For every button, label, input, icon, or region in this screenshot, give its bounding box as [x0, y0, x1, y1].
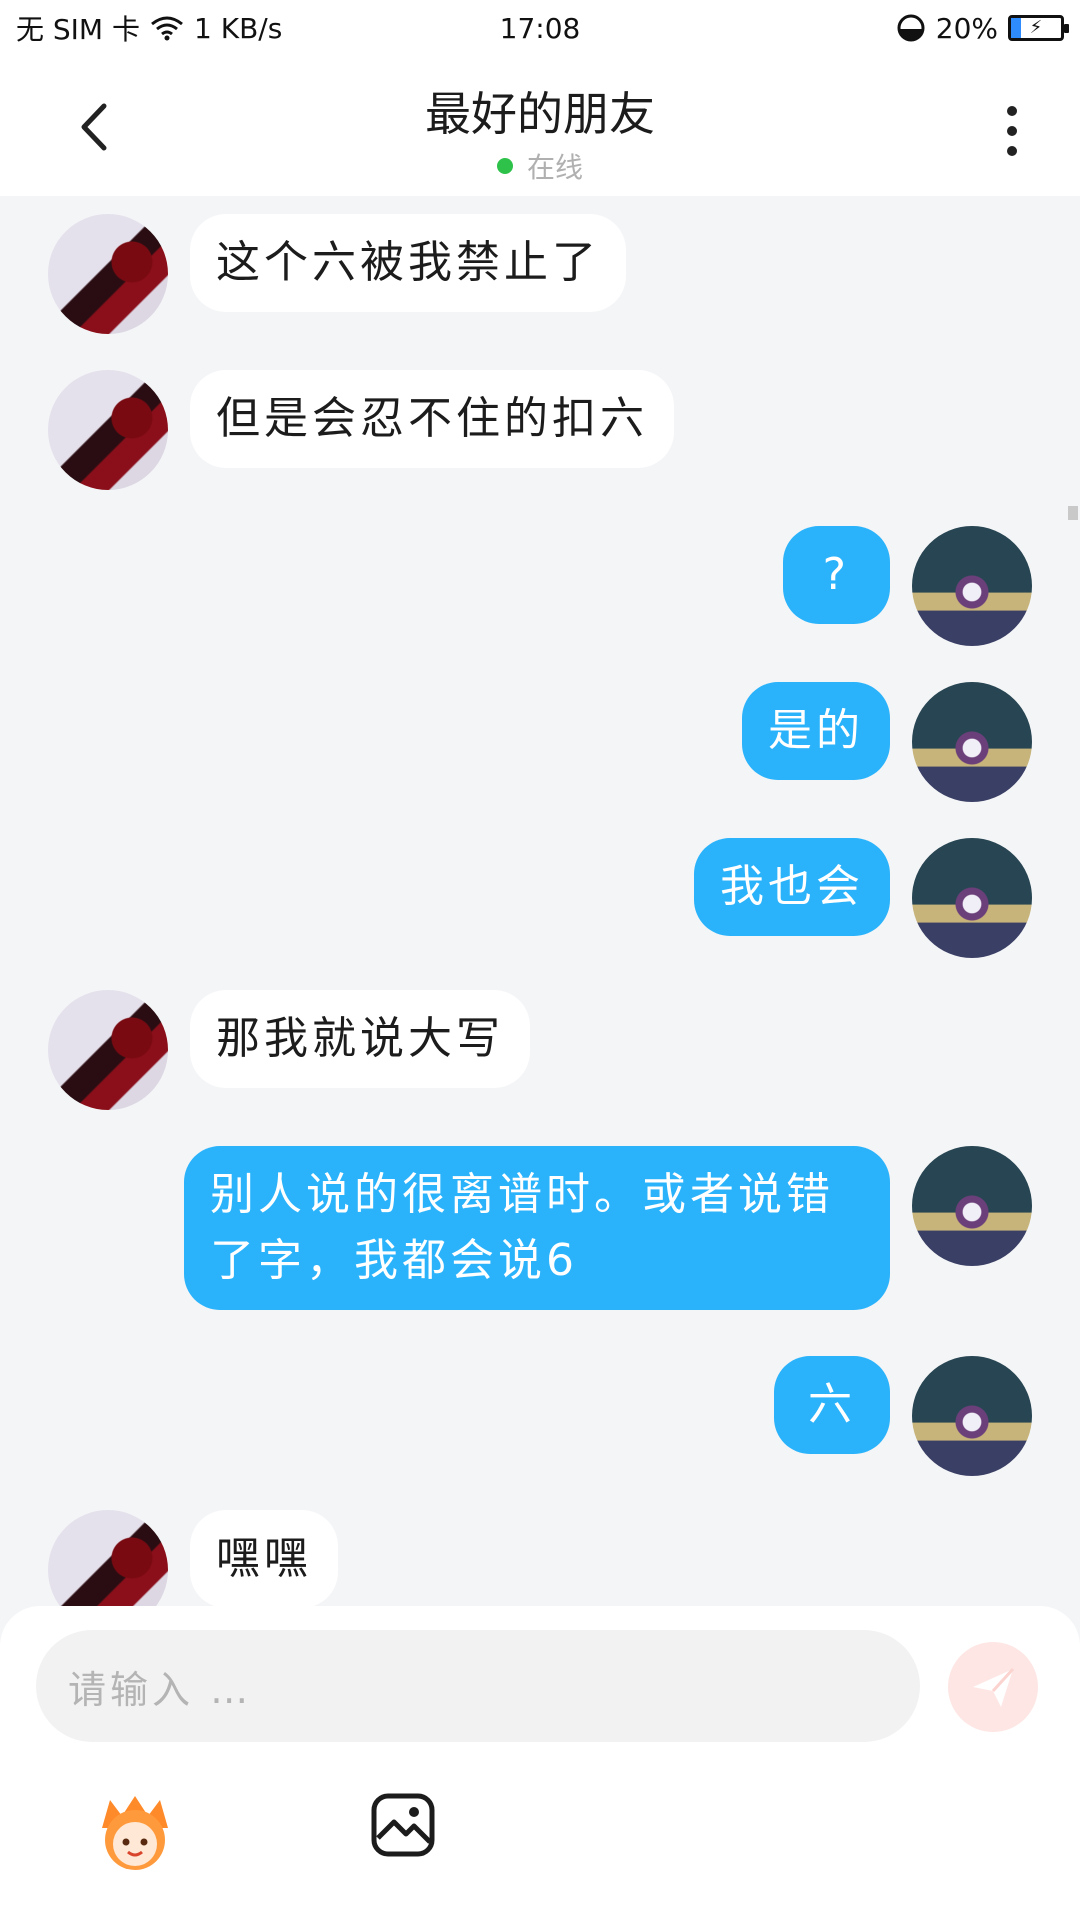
status-left: 无 SIM 卡 1 KB/s	[16, 8, 282, 48]
data-saver-icon	[897, 14, 925, 42]
more-button[interactable]	[982, 96, 1042, 166]
online-status: 在线	[0, 146, 1080, 186]
message-row: 六	[774, 1356, 1032, 1476]
message-row: 是的	[742, 682, 1032, 802]
friend-avatar[interactable]	[48, 214, 168, 334]
more-vertical-icon	[1007, 106, 1017, 116]
status-bar: 无 SIM 卡 1 KB/s 17:08 20% ⚡	[0, 0, 1080, 56]
clock: 17:08	[499, 11, 581, 45]
message-list[interactable]: 这个六被我禁止了 但是会忍不住的扣六 ? 是的 我也会 那我就说大写 别人说的很…	[0, 196, 1080, 1606]
online-dot	[496, 158, 513, 174]
message-bubble[interactable]: 别人说的很离谱时。或者说错了字，我都会说6	[184, 1146, 890, 1310]
image-icon	[371, 1793, 435, 1857]
chat-header: 最好的朋友 在线	[0, 56, 1080, 196]
message-bubble[interactable]: 嘿嘿	[190, 1510, 338, 1606]
my-avatar[interactable]	[912, 1356, 1032, 1476]
scroll-indicator[interactable]	[1068, 506, 1078, 520]
image-button[interactable]	[370, 1792, 436, 1858]
emoji-button[interactable]	[92, 1790, 178, 1876]
message-bubble[interactable]: 是的	[742, 682, 890, 780]
emoji-icon	[102, 1796, 168, 1870]
message-row: 嘿嘿	[48, 1510, 338, 1606]
friend-avatar[interactable]	[48, 990, 168, 1110]
chat-title: 最好的朋友	[425, 87, 655, 141]
sim-status: 无 SIM 卡	[16, 13, 140, 46]
send-button[interactable]	[948, 1642, 1038, 1732]
network-speed: 1 KB/s	[194, 11, 283, 45]
message-bubble[interactable]: ?	[782, 526, 890, 624]
battery-icon: ⚡	[1008, 15, 1069, 41]
friend-avatar[interactable]	[48, 370, 168, 490]
friend-avatar[interactable]	[48, 1510, 168, 1606]
wifi-icon	[151, 16, 183, 41]
my-avatar[interactable]	[912, 838, 1032, 958]
message-row: 别人说的很离谱时。或者说错了字，我都会说6	[184, 1146, 1032, 1310]
online-label: 在线	[526, 151, 583, 184]
send-icon	[973, 1667, 1015, 1707]
my-avatar[interactable]	[912, 1146, 1032, 1266]
message-row: 但是会忍不住的扣六	[48, 370, 674, 490]
my-avatar[interactable]	[912, 682, 1032, 802]
my-avatar[interactable]	[912, 526, 1032, 646]
message-bubble[interactable]: 我也会	[694, 838, 890, 936]
message-bubble[interactable]: 但是会忍不住的扣六	[190, 370, 674, 468]
composer: 请输入 …	[0, 1606, 1080, 1920]
message-bubble[interactable]: 那我就说大写	[190, 990, 530, 1088]
message-row: 那我就说大写	[48, 990, 530, 1110]
message-bubble[interactable]: 六	[774, 1356, 890, 1454]
message-input[interactable]: 请输入 …	[36, 1630, 920, 1742]
message-row: 我也会	[694, 838, 1032, 958]
battery-percent: 20%	[935, 11, 998, 45]
message-row: 这个六被我禁止了	[48, 214, 626, 334]
status-right: 20% ⚡	[896, 11, 1069, 45]
message-bubble[interactable]: 这个六被我禁止了	[190, 214, 626, 312]
message-row: ?	[782, 526, 1032, 646]
